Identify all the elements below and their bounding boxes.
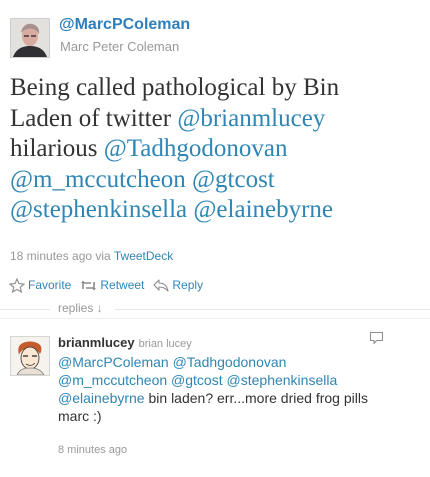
replies-divider: replies ↓ bbox=[0, 300, 430, 318]
tweet-meta-line: 18 minutes ago via TweetDeck bbox=[10, 249, 173, 263]
tweet-header: @MarcPColeman Marc Peter Coleman bbox=[10, 16, 410, 64]
marc-avatar-image bbox=[11, 19, 49, 57]
tweet-page: @MarcPColeman Marc Peter Coleman Being c… bbox=[0, 0, 430, 477]
reply-item: brianmlucey brian lucey @MarcPColeman @Ta… bbox=[0, 318, 430, 477]
tweet-text-part: hilarious bbox=[10, 135, 104, 162]
reply-name-line: brianmlucey brian lucey bbox=[58, 334, 192, 352]
divider-line bbox=[0, 309, 50, 310]
reply-full-name: brian lucey bbox=[138, 338, 192, 350]
reply-mention-tadhgodonovan-link[interactable]: @Tadhgodonovan bbox=[173, 354, 287, 370]
favorite-button[interactable]: Favorite bbox=[9, 277, 72, 293]
reply-body: @MarcPColeman @Tadhgodonovan @m_mccutche… bbox=[58, 353, 390, 425]
reply-mention-elainebyrne-link[interactable]: @elainebyrne bbox=[58, 390, 145, 406]
favorite-label: Favorite bbox=[28, 278, 72, 292]
reply-arrow-icon bbox=[153, 279, 169, 292]
speech-bubble-icon[interactable] bbox=[369, 331, 384, 345]
replies-label: replies ↓ bbox=[58, 301, 103, 315]
reply-mention-marcpcoleman-link[interactable]: @MarcPColeman bbox=[58, 354, 169, 370]
reply-mention-m-mccutcheon-link[interactable]: @m_mccutcheon bbox=[58, 372, 167, 388]
mention-gtcost-link[interactable]: @gtcost bbox=[192, 166, 275, 193]
mention-m-mccutcheon-link[interactable]: @m_mccutcheon bbox=[10, 166, 186, 193]
divider-line bbox=[115, 309, 430, 310]
mention-elainebyrne-link[interactable]: @elainebyrne bbox=[193, 196, 333, 223]
mention-stephenkinsella-link[interactable]: @stephenkinsella bbox=[10, 196, 187, 223]
tweet-actions: Favorite Retweet Reply bbox=[9, 276, 212, 294]
mention-brianmlucey-link[interactable]: @brianmlucey bbox=[177, 105, 325, 132]
retweet-button[interactable]: Retweet bbox=[80, 278, 144, 292]
mention-tadhgodonovan-link[interactable]: @Tadhgodonovan bbox=[104, 135, 288, 162]
tweet-body: Being called pathological by Bin Laden o… bbox=[10, 73, 390, 226]
tweet-timestamp: 18 minutes ago via bbox=[10, 249, 114, 263]
reply-mention-stephenkinsella-link[interactable]: @stephenkinsella bbox=[227, 372, 338, 388]
reply-mention-gtcost-link[interactable]: @gtcost bbox=[171, 372, 223, 388]
tweet-source-link[interactable]: TweetDeck bbox=[114, 249, 173, 263]
reply-screen-name-link[interactable]: brianmlucey bbox=[58, 335, 135, 350]
retweet-icon bbox=[81, 280, 97, 290]
star-icon bbox=[9, 277, 25, 293]
reply-label: Reply bbox=[172, 278, 204, 292]
reply-button[interactable]: Reply bbox=[153, 278, 203, 292]
author-full-name: Marc Peter Coleman bbox=[60, 39, 180, 54]
author-screen-name-link[interactable]: @MarcPColeman bbox=[59, 16, 190, 34]
retweet-label: Retweet bbox=[100, 278, 145, 292]
brian-avatar-image bbox=[11, 337, 49, 375]
reply-timestamp: 8 minutes ago bbox=[58, 444, 128, 456]
brian-avatar[interactable] bbox=[10, 336, 50, 376]
marc-avatar[interactable] bbox=[10, 18, 50, 58]
